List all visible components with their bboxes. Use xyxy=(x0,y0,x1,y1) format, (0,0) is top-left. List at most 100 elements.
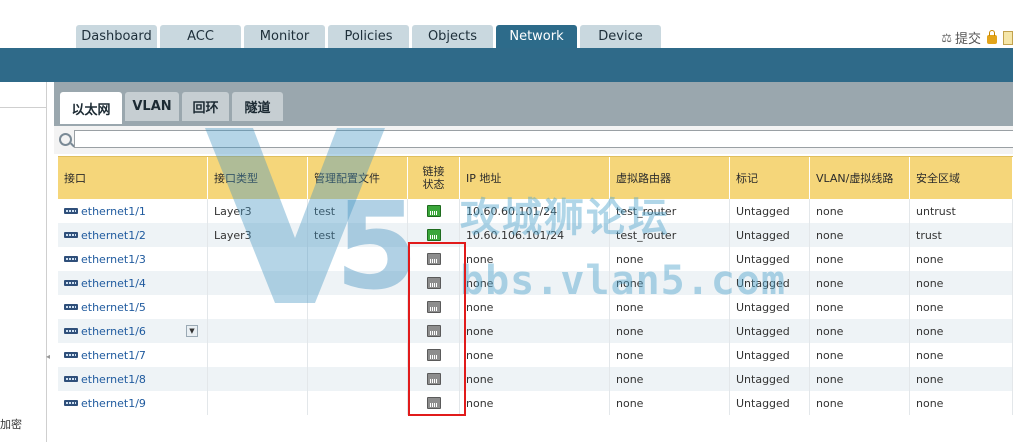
interface-link[interactable]: ethernet1/8 xyxy=(81,373,146,386)
cell-ip: none xyxy=(460,247,610,271)
lock-icon[interactable] xyxy=(987,29,997,44)
interface-link[interactable]: ethernet1/7 xyxy=(81,349,146,362)
col-interface[interactable]: 接口 xyxy=(58,157,208,199)
cell-interface[interactable]: ethernet1/1 xyxy=(58,199,208,223)
search-input[interactable] xyxy=(74,130,1013,148)
commit-button[interactable]: ⚖ 提交 xyxy=(941,28,981,48)
col-link-state[interactable]: 链接状态 xyxy=(408,157,460,199)
interface-link[interactable]: ethernet1/2 xyxy=(81,229,146,242)
document-icon[interactable] xyxy=(1003,30,1013,45)
table-row[interactable]: ethernet1/9 none none Untagged none none xyxy=(58,391,1013,415)
ethernet-port-icon xyxy=(64,400,78,406)
cell-router: test_router xyxy=(610,199,730,223)
link-down-icon xyxy=(426,277,441,289)
cell-interface[interactable]: ethernet1/2 xyxy=(58,223,208,247)
tab-acc[interactable]: ACC xyxy=(160,25,241,48)
interface-link[interactable]: ethernet1/1 xyxy=(81,205,146,218)
col-security-zone[interactable]: 安全区域 xyxy=(910,157,1013,199)
cell-link xyxy=(408,199,460,223)
cell-zone: none xyxy=(910,367,1013,391)
tab-dashboard[interactable]: Dashboard xyxy=(76,25,157,48)
header-bar xyxy=(0,48,1013,82)
cell-interface[interactable]: ethernet1/4 xyxy=(58,271,208,295)
row-dropdown-icon[interactable]: ▼ xyxy=(186,325,198,337)
table-row[interactable]: ethernet1/2 Layer3 test 10.60.106.101/24 tes… xyxy=(58,223,1013,247)
cell-link xyxy=(408,247,460,271)
cell-zone: none xyxy=(910,343,1013,367)
cell-zone: none xyxy=(910,295,1013,319)
tab-network[interactable]: Network xyxy=(496,25,577,48)
cell-tag: Untagged xyxy=(730,271,810,295)
interface-link[interactable]: ethernet1/9 xyxy=(81,397,146,410)
cell-link xyxy=(408,223,460,247)
cell-profile: test xyxy=(308,199,408,223)
interface-link[interactable]: ethernet1/4 xyxy=(81,277,146,290)
cell-type xyxy=(208,319,308,343)
cell-interface[interactable]: ethernet1/5 xyxy=(58,295,208,319)
cell-vlan: none xyxy=(810,271,910,295)
ethernet-port-icon xyxy=(64,352,78,358)
subtab-loopback[interactable]: 回环 xyxy=(182,92,229,121)
col-management-profile[interactable]: 管理配置文件 xyxy=(308,157,408,199)
ethernet-port-icon xyxy=(64,328,78,334)
link-down-icon xyxy=(426,373,441,385)
cell-vlan: none xyxy=(810,343,910,367)
cell-ip: 10.60.106.101/24 xyxy=(460,223,610,247)
cell-link xyxy=(408,391,460,415)
cell-link xyxy=(408,271,460,295)
cell-profile xyxy=(308,271,408,295)
cell-interface[interactable]: ethernet1/8 xyxy=(58,367,208,391)
tab-monitor[interactable]: Monitor xyxy=(244,25,325,48)
col-vlan-vwire[interactable]: VLAN/虚拟线路 xyxy=(810,157,910,199)
cell-type xyxy=(208,271,308,295)
col-interface-type[interactable]: 接口类型 xyxy=(208,157,308,199)
left-sidebar: ◂ 加密 xyxy=(0,82,50,442)
col-virtual-router[interactable]: 虚拟路由器 xyxy=(610,157,730,199)
interface-link[interactable]: ethernet1/6 xyxy=(81,325,146,338)
subtab-ethernet[interactable]: 以太网 xyxy=(60,92,122,124)
cell-profile xyxy=(308,343,408,367)
col-ip-address[interactable]: IP 地址 xyxy=(460,157,610,199)
cell-router: test_router xyxy=(610,223,730,247)
cell-type: Layer3 xyxy=(208,223,308,247)
tab-device[interactable]: Device xyxy=(580,25,661,48)
table-row[interactable]: ethernet1/8 none none Untagged none none xyxy=(58,367,1013,391)
link-down-icon xyxy=(426,349,441,361)
cell-ip: none xyxy=(460,367,610,391)
cell-interface[interactable]: ethernet1/7 xyxy=(58,343,208,367)
sidebar-item-label[interactable]: 加密 xyxy=(0,416,22,432)
tab-objects[interactable]: Objects xyxy=(412,25,493,48)
cell-profile xyxy=(308,391,408,415)
tab-policies[interactable]: Policies xyxy=(328,25,409,48)
interface-link[interactable]: ethernet1/3 xyxy=(81,253,146,266)
subtab-vlan[interactable]: VLAN xyxy=(125,92,179,121)
cell-type xyxy=(208,295,308,319)
cell-zone: trust xyxy=(910,223,1013,247)
cell-link xyxy=(408,367,460,391)
table-row[interactable]: ethernet1/7 none none Untagged none none xyxy=(58,343,1013,367)
cell-zone: none xyxy=(910,319,1013,343)
ethernet-port-icon xyxy=(64,304,78,310)
table-row[interactable]: ethernet1/1 Layer3 test 10.60.60.101/24 test… xyxy=(58,199,1013,223)
table-row[interactable]: ethernet1/3 none none Untagged none none xyxy=(58,247,1013,271)
interface-link[interactable]: ethernet1/5 xyxy=(81,301,146,314)
cell-interface[interactable]: ethernet1/3 xyxy=(58,247,208,271)
cell-router: none xyxy=(610,343,730,367)
sidebar-collapse-handle[interactable]: ◂ xyxy=(46,352,52,382)
table-row[interactable]: ethernet1/5 none none Untagged none none xyxy=(58,295,1013,319)
cell-vlan: none xyxy=(810,247,910,271)
cell-vlan: none xyxy=(810,295,910,319)
cell-zone: none xyxy=(910,247,1013,271)
subtab-tunnel[interactable]: 隧道 xyxy=(232,92,283,121)
table-row[interactable]: ethernet1/4 none none Untagged none none xyxy=(58,271,1013,295)
cell-tag: Untagged xyxy=(730,343,810,367)
cell-interface[interactable]: ethernet1/6 ▼ xyxy=(58,319,208,343)
cell-type xyxy=(208,391,308,415)
col-tag[interactable]: 标记 xyxy=(730,157,810,199)
cell-interface[interactable]: ethernet1/9 xyxy=(58,391,208,415)
table-row[interactable]: ethernet1/6 ▼ none none Untagged none none xyxy=(58,319,1013,343)
main-tabs: Dashboard ACC Monitor Policies Objects N… xyxy=(76,25,664,48)
cell-zone: none xyxy=(910,271,1013,295)
sidebar-divider xyxy=(0,107,46,108)
cell-type xyxy=(208,343,308,367)
